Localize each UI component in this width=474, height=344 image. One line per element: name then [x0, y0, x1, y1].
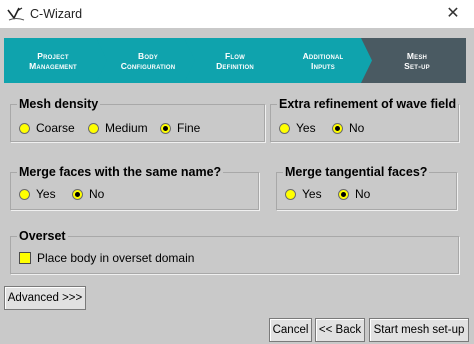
overset-title: Overset: [17, 229, 68, 244]
title-bar: C-Wizard ✕: [0, 0, 474, 28]
mesh-density-title: Mesh density: [17, 97, 101, 112]
back-button[interactable]: << Back: [315, 318, 365, 342]
wave-field-yes-radio[interactable]: Yes: [279, 121, 316, 135]
wave-field-group: Extra refinement of wave field Yes No: [270, 97, 459, 142]
radio-selected-icon: [332, 122, 343, 134]
merge-tangential-group: Merge tangential faces? Yes No: [276, 165, 457, 210]
wizard-step-flow-definition[interactable]: Flow Definition: [193, 38, 277, 83]
wizard-steps: Project Management Body Configuration Flow…: [4, 38, 466, 83]
mesh-density-coarse-radio[interactable]: Coarse: [19, 121, 75, 135]
radio-icon: [285, 188, 296, 200]
start-mesh-setup-button[interactable]: Start mesh set-up: [369, 318, 469, 342]
wizard-step-additional-inputs[interactable]: Additional Inputs: [280, 38, 366, 83]
wizard-step-mesh-setup[interactable]: Mesh Set-up: [372, 38, 462, 83]
window-title: C-Wizard: [30, 7, 83, 21]
merge-tangential-yes-radio[interactable]: Yes: [285, 187, 322, 201]
radio-icon: [279, 122, 290, 134]
mesh-density-group: Mesh density Coarse Medium Fine: [10, 97, 265, 142]
advanced-button[interactable]: Advanced >>>: [4, 286, 86, 310]
merge-tangential-no-radio[interactable]: No: [338, 187, 370, 201]
radio-selected-icon: [72, 188, 83, 200]
merge-same-name-title: Merge faces with the same name?: [17, 165, 224, 180]
overset-group: Overset Place body in overset domain: [10, 229, 459, 274]
radio-icon: [19, 122, 30, 134]
merge-same-name-group: Merge faces with the same name? Yes No: [10, 165, 259, 210]
radio-icon: [19, 188, 30, 200]
checkbox-icon: [19, 252, 31, 264]
app-logo-icon: [7, 7, 25, 21]
close-icon[interactable]: ✕: [440, 3, 466, 25]
wizard-step-body-configuration[interactable]: Body Configuration: [104, 38, 192, 83]
overset-checkbox[interactable]: Place body in overset domain: [19, 251, 194, 265]
cancel-button[interactable]: Cancel: [269, 318, 312, 342]
mesh-density-medium-radio[interactable]: Medium: [88, 121, 148, 135]
radio-selected-icon: [160, 122, 171, 134]
merge-same-name-yes-radio[interactable]: Yes: [19, 187, 56, 201]
merge-tangential-title: Merge tangential faces?: [283, 165, 430, 180]
overset-checkbox-label: Place body in overset domain: [37, 251, 195, 265]
radio-selected-icon: [338, 188, 349, 200]
radio-icon: [88, 122, 99, 134]
wave-field-title: Extra refinement of wave field: [277, 97, 459, 112]
merge-same-name-no-radio[interactable]: No: [72, 187, 104, 201]
wizard-step-project-management[interactable]: Project Management: [8, 38, 98, 83]
wave-field-no-radio[interactable]: No: [332, 121, 364, 135]
mesh-density-fine-radio[interactable]: Fine: [160, 121, 200, 135]
